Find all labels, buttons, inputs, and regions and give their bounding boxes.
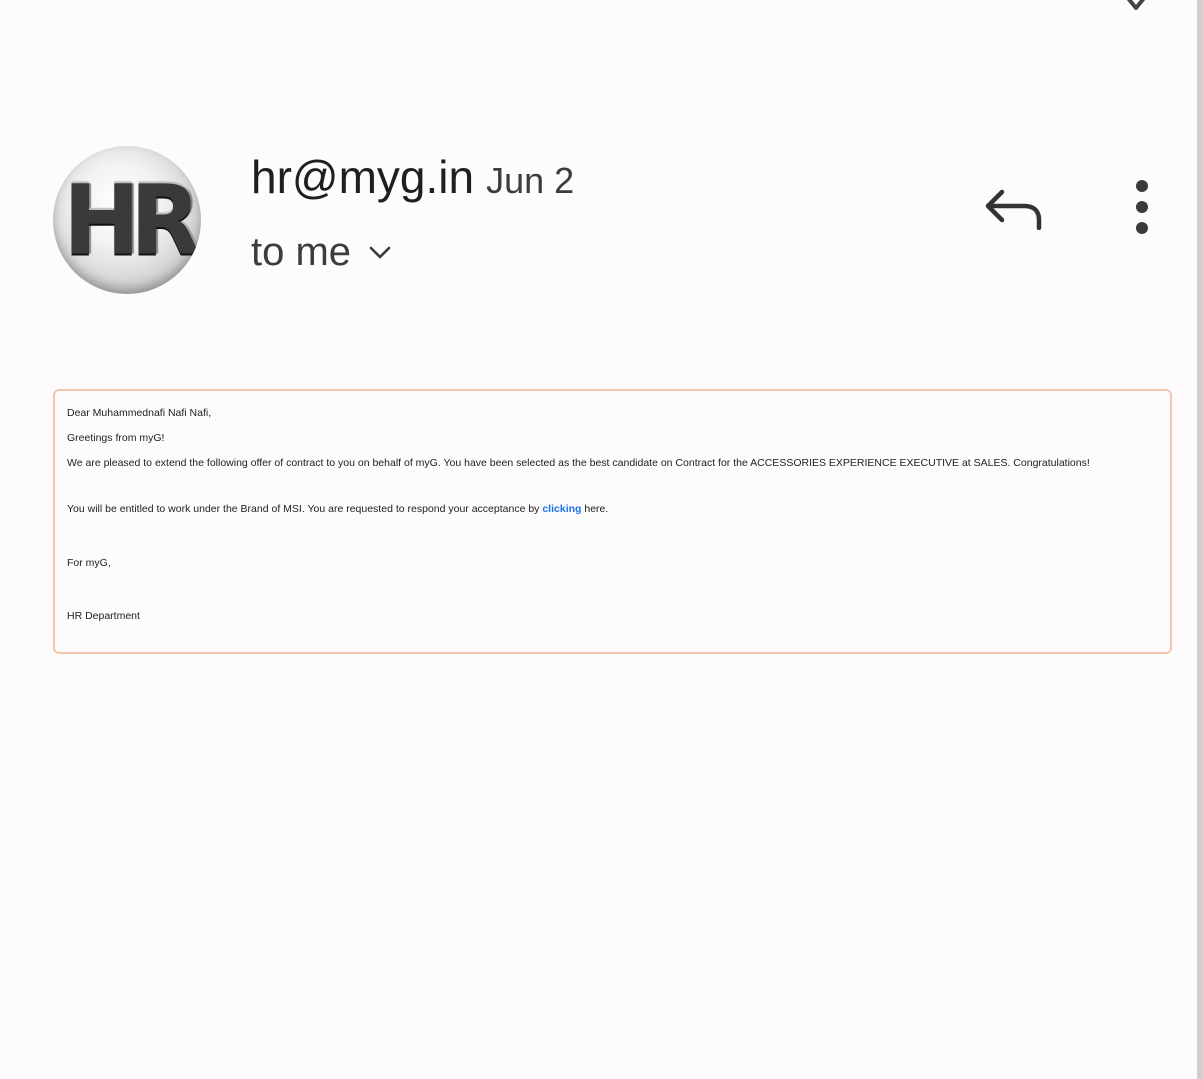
avatar: HR — [53, 146, 201, 294]
sender-address[interactable]: hr@myg.in — [251, 151, 474, 203]
avatar-initials: HR — [63, 164, 201, 277]
star-icon[interactable] — [1114, 0, 1158, 20]
acceptance-text-after: here. — [581, 503, 609, 515]
message-closing: For myG, — [67, 557, 111, 569]
chevron-down-icon — [369, 246, 391, 258]
acceptance-link[interactable]: clicking — [542, 503, 581, 515]
message-signature: HR Department — [67, 610, 140, 622]
more-vert-icon[interactable] — [1128, 178, 1156, 236]
reply-icon[interactable] — [984, 186, 1044, 230]
scrollbar-edge — [1197, 0, 1203, 1079]
email-date: Jun 2 — [486, 160, 575, 201]
message-greeting-line2: Greetings from myG! — [67, 432, 165, 444]
acceptance-text-before: You will be entitled to work under the B… — [67, 503, 543, 515]
message-body-frame: Dear Muhammednafi Nafi Nafi, Greetings f… — [53, 389, 1172, 654]
message-offer-paragraph: We are pleased to extend the following o… — [67, 457, 1090, 469]
recipient-label: to me — [251, 230, 352, 274]
message-acceptance-paragraph: You will be entitled to work under the B… — [67, 503, 608, 516]
sender-line: hr@myg.in Jun 2 — [251, 150, 574, 204]
recipient-details-toggle[interactable]: to me — [251, 230, 391, 275]
message-greeting: Dear Muhammednafi Nafi Nafi, — [67, 407, 212, 419]
